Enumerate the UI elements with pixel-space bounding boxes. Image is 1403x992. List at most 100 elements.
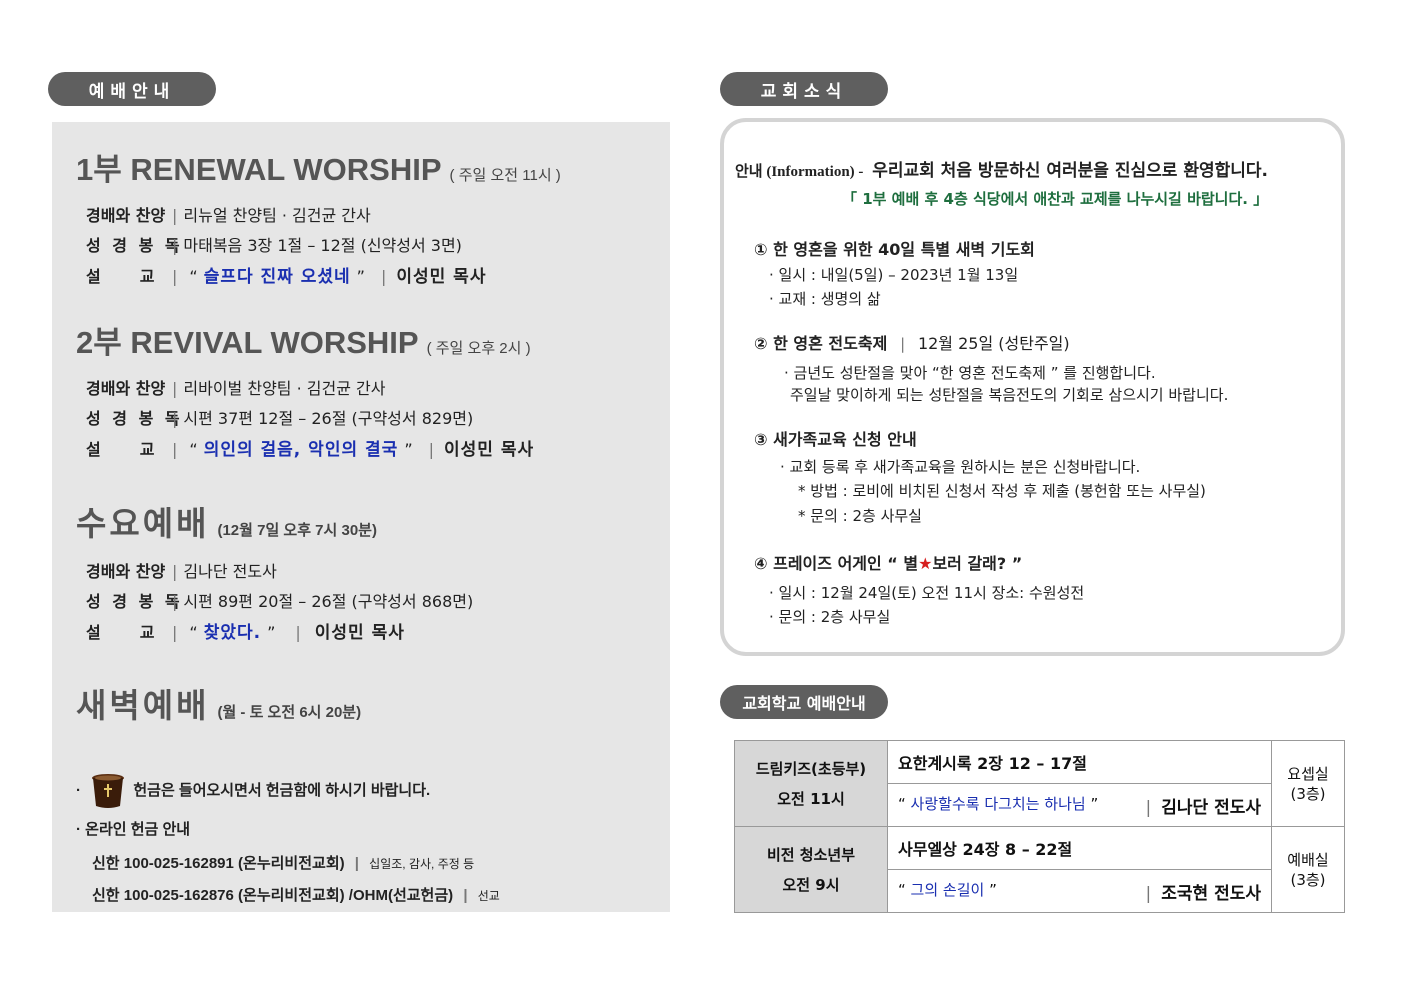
news-item-title: ② 한 영혼 전도축제 | 12월 25일 (성탄주일) [754,334,1070,353]
service-time: (월 - 토 오전 6시 20분) [217,704,362,721]
worship-panel: 1부 RENEWAL WORSHIP ( 주일 오전 11시 ) 경배와 찬양 | 리… [52,122,670,912]
online-offering-title: · 온라인 헌금 안내 [76,821,191,838]
account-line: 신한 100-025-162891 (온누리비전교회) | 십일조, 감사, 주… [92,855,475,872]
room-cell: 예배실 (3층) [1271,826,1345,913]
service-name: 1부 RENEWAL WORSHIP [76,152,442,187]
service-title: 새벽예배 (월 - 토 오전 6시 20분) [76,679,361,727]
row-value: 마태복음 3장 1절 – 12절 (신약성서 3면) [183,236,462,255]
news-item-detail: * 문의 : 2층 사무실 [798,507,922,525]
service-title: 2부 REVIVAL WORSHIP ( 주일 오후 2시 ) [76,317,531,362]
dept-time: 오전 9시 [782,875,840,894]
account-note: 십일조, 감사, 주정 등 [369,857,475,871]
news-panel: 안내 (Information) - 우리교회 처음 방문하신 여러분을 진심으… [720,118,1345,656]
news-item-detail: · 문의 : 2층 사무실 [769,608,891,626]
news-item-date: 12월 25일 (성탄주일) [917,334,1070,353]
room-cell: 요셉실 (3층) [1271,740,1345,827]
worship-row: 경배와 찬양 | 리뉴얼 찬양팀 · 김건균 간사 [86,202,371,226]
verse-cell: 사무엘상 24장 8 – 22절 [887,826,1272,870]
welcome-line: 안내 (Information) - 우리교회 처음 방문하신 여러분을 진심으… [735,156,1268,181]
row-label: 성 경 봉 독 [86,236,183,255]
service-time: ( 주일 오후 2시 ) [426,340,531,357]
service-title: 수요예배 (12월 7일 오후 7시 30분) [76,497,377,545]
offering-line: · 헌금은 들어오시면서 헌금함에 하시기 바랍니다. [76,773,430,809]
row-label: 성 경 봉 독 [86,409,183,428]
service-time: (12월 7일 오후 7시 30분) [217,522,377,539]
verse-cell: 요한계시록 2장 12 – 17절 [887,740,1272,784]
dept-time: 오전 11시 [777,789,845,808]
row-label: 경배와 찬양 [86,206,166,225]
star-icon: ★ [918,554,933,573]
welcome-text: 우리교회 처음 방문하신 여러분을 진심으로 환영합니다. [872,161,1268,181]
news-item-title: ③ 새가족교육 신청 안내 [754,430,917,449]
pastor-name: 이성민 목사 [314,623,405,643]
room-name: 요셉실 [1287,764,1329,783]
news-item-detail: 주일날 맞이하게 되는 성탄절을 복음전도의 기회로 삼으시기 바랍니다. [790,386,1229,404]
pastor-name: 이성민 목사 [444,440,535,460]
row-value: 리바이벌 찬양팀 · 김건균 간사 [183,379,386,398]
sermon-title: 슬프다 진짜 오셨네 [203,267,351,287]
sermon-row: 설 교 | “찾았다.” | 이성민 목사 [86,618,405,643]
row-value: 김나단 전도사 [183,562,277,581]
pastor-name: 이성민 목사 [396,267,487,287]
sermon-title: 사랑할수록 다그치는 하나님 [910,794,1086,813]
sermon-row: 설 교 | “의인의 걸음, 악인의 결국” | 이성민 목사 [86,435,534,460]
news-item-detail: · 교재 : 생명의 삶 [769,290,881,308]
table-row: 비전 청소년부 오전 9시 사무엘상 24장 8 – 22절 예배실 (3층) [734,826,1345,913]
row-label: 설 교 [86,440,155,459]
row-label: 경배와 찬양 [86,379,166,398]
info-label: 안내 (Information) - [735,164,864,180]
news-item-detail: · 일시 : 12월 24일(토) 오전 11시 장소: 수원성전 [769,584,1085,602]
service-name: 수요예배 [76,505,210,542]
row-label: 경배와 찬양 [86,562,166,581]
pastor-name: | 조국현 전도사 [1145,883,1262,904]
pastor-name: | 김나단 전도사 [1145,797,1262,818]
worship-row: 경배와 찬양 | 리바이벌 찬양팀 · 김건균 간사 [86,375,385,399]
dept-cell: 비전 청소년부 오전 9시 [734,826,888,913]
dept-name: 드림키즈(초등부) [755,759,867,778]
row-value: 리뉴얼 찬양팀 · 김건균 간사 [183,206,371,225]
news-item-detail: · 일시 : 내일(5일) – 2023년 1월 13일 [769,266,1019,284]
news-item-detail: * 방법 : 로비에 비치된 신청서 작성 후 제출 (봉헌함 또는 사무실) [798,482,1206,500]
room-name: 예배실 [1287,850,1329,869]
news-item-name: 보러 갈래? ” [932,554,1023,573]
sermon-cell: “ 그의 손길이 ” | 조국현 전도사 [887,869,1272,913]
row-label: 성 경 봉 독 [86,592,183,611]
row-label: 설 교 [86,267,155,286]
news-item-detail: · 교회 등록 후 새가족교육을 원하시는 분은 신청바랍니다. [780,458,1141,476]
worship-header: 예배안내 [48,72,216,106]
room-floor: (3층) [1290,870,1326,889]
row-value: 시편 37편 12절 – 26절 (구약성서 829면) [183,409,474,428]
news-item-name: ② 한 영혼 전도축제 [754,334,888,353]
fellowship-notice: 「 1부 예배 후 4층 식당에서 애찬과 교제를 나누시길 바랍니다. 」 [842,190,1269,208]
school-table: 드림키즈(초등부) 오전 11시 요한계시록 2장 12 – 17절 요셉실 (… [734,740,1345,913]
room-floor: (3층) [1290,784,1326,803]
online-offering-label: 온라인 헌금 안내 [85,821,191,838]
sermon-cell: “ 사랑할수록 다그치는 하나님 ” | 김나단 전도사 [887,783,1272,827]
worship-row: 경배와 찬양 | 김나단 전도사 [86,558,277,582]
news-item-title: ④ 프레이즈 어게인 “ 별★보러 갈래? ” [754,550,1022,574]
sermon-title: 의인의 걸음, 악인의 결국 [203,440,399,460]
news-item-detail: · 금년도 성탄절을 맞아 “한 영혼 전도축제 ” 를 진행합니다. [784,364,1156,382]
row-label: 설 교 [86,623,155,642]
offering-box-icon [91,773,125,809]
service-time: ( 주일 오전 11시 ) [449,167,561,184]
account-number: 신한 100-025-162876 (온누리비전교회) /OHM(선교헌금) [92,887,454,904]
news-header: 교회소식 [720,72,888,106]
dept-cell: 드림키즈(초등부) 오전 11시 [734,740,888,827]
service-name: 2부 REVIVAL WORSHIP [76,325,419,360]
sermon-title: 찾았다. [203,623,262,643]
worship-row: 성 경 봉 독 | 시편 37편 12절 – 26절 (구약성서 829면) [86,405,473,429]
account-line: 신한 100-025-162876 (온누리비전교회) /OHM(선교헌금) |… [92,887,500,904]
sermon-title: 그의 손길이 [910,880,985,899]
offering-notice: 헌금은 들어오시면서 헌금함에 하시기 바랍니다. [133,781,431,799]
worship-row: 성 경 봉 독 | 시편 89편 20절 – 26절 (구약성서 868면) [86,588,473,612]
worship-row: 성 경 봉 독 | 마태복음 3장 1절 – 12절 (신약성서 3면) [86,232,462,256]
table-row: 드림키즈(초등부) 오전 11시 요한계시록 2장 12 – 17절 요셉실 (… [734,740,1345,827]
news-item-name: ④ 프레이즈 어게인 “ 별 [754,554,919,573]
account-note: 선교 [477,889,500,903]
news-item-title: ① 한 영혼을 위한 40일 특별 새벽 기도회 [754,240,1035,259]
service-name: 새벽예배 [76,687,210,724]
service-title: 1부 RENEWAL WORSHIP ( 주일 오전 11시 ) [76,144,561,189]
dept-name: 비전 청소년부 [766,845,856,864]
school-header: 교회학교 예배안내 [720,685,888,719]
